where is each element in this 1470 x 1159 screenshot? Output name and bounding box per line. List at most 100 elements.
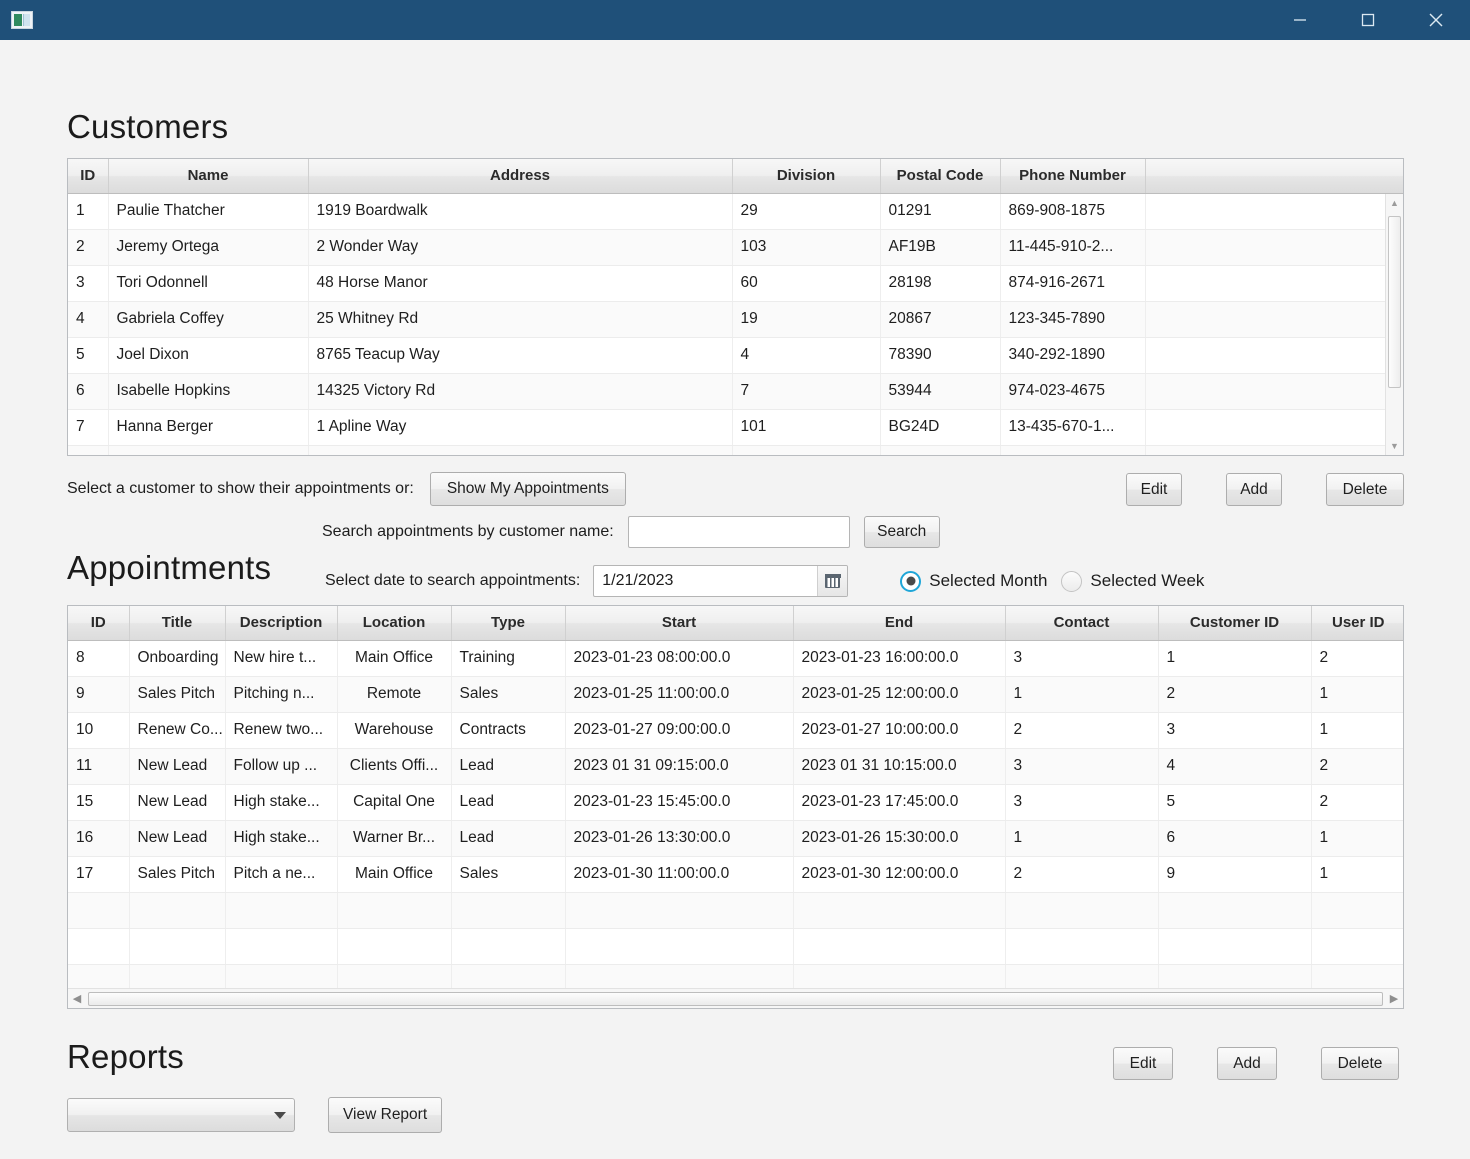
customer-select-hint: Select a customer to show their appointm… [67,480,414,497]
appointments-horizontal-scrollbar[interactable]: ◀ ▶ [68,988,1403,1008]
close-icon[interactable] [1402,0,1470,40]
scroll-up-icon[interactable]: ▲ [1386,194,1404,212]
table-row[interactable]: 6 Isabelle Hopkins 14325 Victory Rd 7 53944 9… [68,373,1403,410]
appointment-cell-location: Main Office [337,640,452,677]
appointment-cell-type: Sales [451,676,566,713]
customers-vertical-scrollbar[interactable]: ▲ ▼ [1385,194,1403,455]
col-appt-contact[interactable]: Contact [1005,606,1159,641]
col-appt-location[interactable]: Location [337,606,452,641]
customer-cell-phone: 11-445-910-2... [1000,229,1146,266]
table-row[interactable]: 8 Onboarding New hire t... Main Office Train… [68,640,1403,677]
col-customers-division[interactable]: Division [732,159,881,194]
col-appt-end[interactable]: End [793,606,1006,641]
col-appt-customer-id[interactable]: Customer ID [1158,606,1312,641]
customer-cell-address: 25 Whitney Rd [308,301,733,338]
scroll-thumb[interactable] [88,991,1383,1006]
radio-selected-week[interactable]: Selected Week [1061,570,1204,592]
customer-cell-empty [880,445,1001,455]
table-row[interactable]: 15 New Lead High stake... Capital One Lead 20… [68,784,1403,821]
appointment-edit-button[interactable]: Edit [1113,1047,1173,1080]
appointment-cell-type: Contracts [451,712,566,749]
col-customers-postal[interactable]: Postal Code [880,159,1001,194]
appointment-cell-user-id: 1 [1311,712,1403,749]
table-row[interactable]: 17 Sales Pitch Pitch a ne... Main Office Sal… [68,856,1403,893]
appointment-cell-end: 2023-01-27 10:00:00.0 [793,712,1006,749]
table-row[interactable]: 16 New Lead High stake... Warner Br... Lead 2… [68,820,1403,857]
view-report-button[interactable]: View Report [328,1097,443,1133]
table-row[interactable]: 10 Renew Co... Renew two... Warehouse Contra… [68,712,1403,749]
appointment-cell-customer-id: 3 [1158,712,1312,749]
table-row[interactable] [68,445,1403,455]
scroll-right-icon[interactable]: ▶ [1385,989,1403,1009]
customer-cell-name: Isabelle Hopkins [108,373,309,410]
table-row[interactable] [68,928,1403,965]
col-appt-description[interactable]: Description [225,606,338,641]
appointment-search-button[interactable]: Search [863,516,940,548]
scroll-track[interactable] [1386,212,1404,437]
scroll-track[interactable] [86,989,1385,1009]
customer-cell-id: 3 [68,265,109,302]
appointment-cell-location: Main Office [337,856,452,893]
customer-cell-name: Gabriela Coffey [108,301,309,338]
table-row[interactable]: 2 Jeremy Ortega 2 Wonder Way 103 AF19B 11-445… [68,229,1403,266]
reports-heading: Reports [67,1038,184,1075]
customer-cell-filler [1145,265,1403,302]
appointment-cell-location: Warner Br... [337,820,452,857]
table-row[interactable]: 1 Paulie Thatcher 1919 Boardwalk 29 01291 869… [68,193,1403,230]
radio-selected-month[interactable]: Selected Month [900,570,1047,592]
col-customers-id[interactable]: ID [68,159,109,194]
table-row[interactable]: 3 Tori Odonnell 48 Horse Manor 60 28198 874-9… [68,265,1403,302]
appointment-cell-customer-id: 2 [1158,676,1312,713]
appointment-cell-contact: 3 [1005,748,1159,785]
customer-edit-button[interactable]: Edit [1126,473,1182,506]
appointment-cell-title: Sales Pitch [129,856,226,893]
appointment-date-input[interactable] [594,566,818,596]
col-appt-id[interactable]: ID [68,606,130,641]
appointment-cell-customer-id: 6 [1158,820,1312,857]
appointment-date-picker[interactable] [593,565,849,597]
report-type-select[interactable] [67,1098,295,1132]
table-row[interactable]: 11 New Lead Follow up ... Clients Offi... Le… [68,748,1403,785]
appointment-search-input[interactable] [627,516,850,548]
col-appt-type[interactable]: Type [451,606,566,641]
col-appt-start[interactable]: Start [565,606,794,641]
customers-table[interactable]: ID Name Address Division Postal Code Pho… [67,158,1404,456]
customer-add-button[interactable]: Add [1226,473,1282,506]
scroll-down-icon[interactable]: ▼ [1386,437,1404,455]
scroll-thumb[interactable] [1387,216,1401,388]
calendar-icon[interactable] [817,566,848,596]
customer-delete-button[interactable]: Delete [1326,473,1404,506]
table-row[interactable]: 5 Joel Dixon 8765 Teacup Way 4 78390 340-292-… [68,337,1403,374]
minimize-icon[interactable] [1266,0,1334,40]
table-row[interactable]: 9 Sales Pitch Pitching n... Remote Sales 2023… [68,676,1403,713]
table-row[interactable]: 7 Hanna Berger 1 Apline Way 101 BG24D 13-435-… [68,409,1403,446]
col-appt-title[interactable]: Title [129,606,226,641]
maximize-icon[interactable] [1334,0,1402,40]
appointment-delete-button[interactable]: Delete [1321,1047,1399,1080]
appointment-cell-empty [337,892,452,929]
customer-cell-phone: 13-435-670-1... [1000,409,1146,446]
appointment-search-label: Search appointments by customer name: [322,523,614,540]
customer-cell-division: 7 [732,373,881,410]
customer-cell-empty [108,445,309,455]
customer-action-buttons: Edit Add Delete [1126,473,1404,506]
customer-cell-id: 6 [68,373,109,410]
appointment-search-row: Search appointments by customer name: Se… [322,516,940,548]
customer-cell-id: 2 [68,229,109,266]
appointment-cell-contact: 1 [1005,676,1159,713]
scroll-left-icon[interactable]: ◀ [68,989,86,1009]
customer-cell-division: 29 [732,193,881,230]
col-customers-name[interactable]: Name [108,159,309,194]
col-customers-address[interactable]: Address [308,159,733,194]
show-my-appointments-button[interactable]: Show My Appointments [429,472,626,506]
col-appt-user-id[interactable]: User ID [1311,606,1403,641]
customer-cell-phone: 123-345-7890 [1000,301,1146,338]
col-customers-phone[interactable]: Phone Number [1000,159,1146,194]
appointment-cell-contact: 1 [1005,820,1159,857]
table-row[interactable]: 4 Gabriela Coffey 25 Whitney Rd 19 20867 123-… [68,301,1403,338]
appointment-add-button[interactable]: Add [1217,1047,1277,1080]
app-window-icon [11,11,33,29]
table-row[interactable] [68,892,1403,929]
appointment-date-label: Select date to search appointments: [325,572,581,589]
appointments-table[interactable]: ID Title Description Location Type Start… [67,605,1404,1009]
